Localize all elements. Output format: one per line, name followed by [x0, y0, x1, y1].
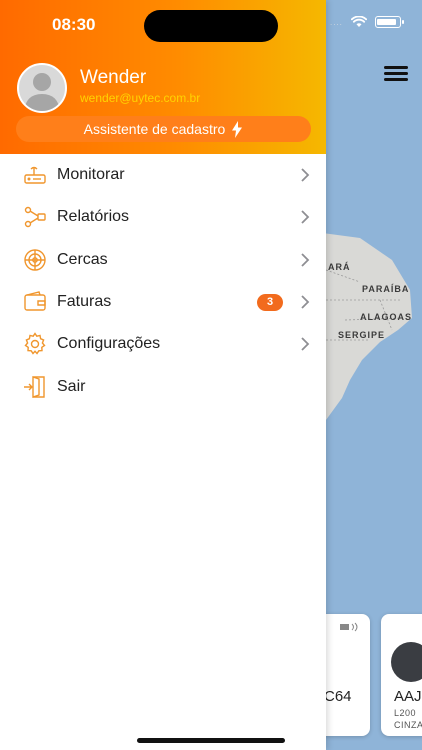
menu-item-label: Relatórios — [57, 208, 130, 226]
menu-item-label: Monitorar — [57, 166, 125, 184]
menu-item-relatorios[interactable]: Relatórios — [0, 196, 326, 238]
map-label: ALAGOAS — [360, 312, 412, 322]
avatar[interactable] — [17, 63, 67, 113]
hamburger-menu-icon[interactable] — [384, 66, 408, 82]
vehicle-photo — [391, 642, 422, 682]
menu-item-label: Cercas — [57, 250, 108, 268]
router-icon — [22, 162, 48, 188]
vehicle-model: L200 — [394, 708, 417, 718]
user-name: Wender — [80, 67, 147, 88]
report-flow-icon — [22, 204, 48, 230]
wifi-icon — [350, 16, 367, 27]
signal-icon — [340, 622, 358, 632]
menu-item-sair[interactable]: Sair — [0, 365, 326, 407]
user-email: wender@uytec.com.br — [80, 91, 201, 105]
menu-item-faturas[interactable]: Faturas 3 — [0, 281, 326, 323]
signal-dots: .... — [330, 17, 343, 27]
menu-item-cercas[interactable]: Cercas — [0, 239, 326, 281]
chevron-right-icon — [301, 210, 310, 225]
lightning-icon — [232, 120, 243, 138]
map-label: PARAÍBA — [362, 284, 410, 294]
home-indicator[interactable] — [137, 738, 285, 743]
menu-item-monitorar[interactable]: Monitorar — [0, 154, 326, 196]
menu-item-label: Faturas — [57, 293, 112, 311]
menu-item-label: Sair — [57, 377, 86, 395]
vehicle-card[interactable]: AAJ L200 CINZA — [381, 614, 422, 736]
chevron-right-icon — [301, 337, 310, 351]
status-time: 08:30 — [52, 15, 96, 34]
drawer-menu: Monitorar Relatórios Cercas Faturas 3 Co… — [0, 154, 326, 408]
menu-item-label: Configurações — [57, 335, 161, 353]
menu-item-configuracoes[interactable]: Configurações — [0, 323, 326, 365]
radar-icon — [22, 247, 48, 273]
gear-icon — [22, 331, 48, 357]
invoice-count-badge: 3 — [257, 293, 283, 311]
status-icons: .... — [330, 16, 404, 28]
dynamic-island — [144, 10, 278, 42]
registration-assistant-button[interactable]: Assistente de cadastro — [16, 116, 311, 142]
vehicle-plate: C64 — [324, 688, 352, 705]
chevron-right-icon — [301, 253, 310, 267]
registration-assistant-label: Assistente de cadastro — [83, 121, 226, 137]
map-label: SERGIPE — [338, 330, 386, 340]
battery-icon — [374, 16, 404, 28]
vehicle-plate: AAJ — [394, 688, 422, 705]
chevron-right-icon — [301, 168, 310, 182]
wallet-icon — [22, 289, 48, 315]
user-placeholder-icon — [24, 73, 60, 111]
vehicle-color: CINZA — [394, 720, 422, 730]
side-drawer: 08:30 Wender wender@uytec.com.br Assiste… — [0, 0, 326, 750]
chevron-right-icon — [301, 295, 310, 309]
map-label: ARÁ — [328, 262, 351, 272]
exit-icon — [22, 374, 48, 400]
